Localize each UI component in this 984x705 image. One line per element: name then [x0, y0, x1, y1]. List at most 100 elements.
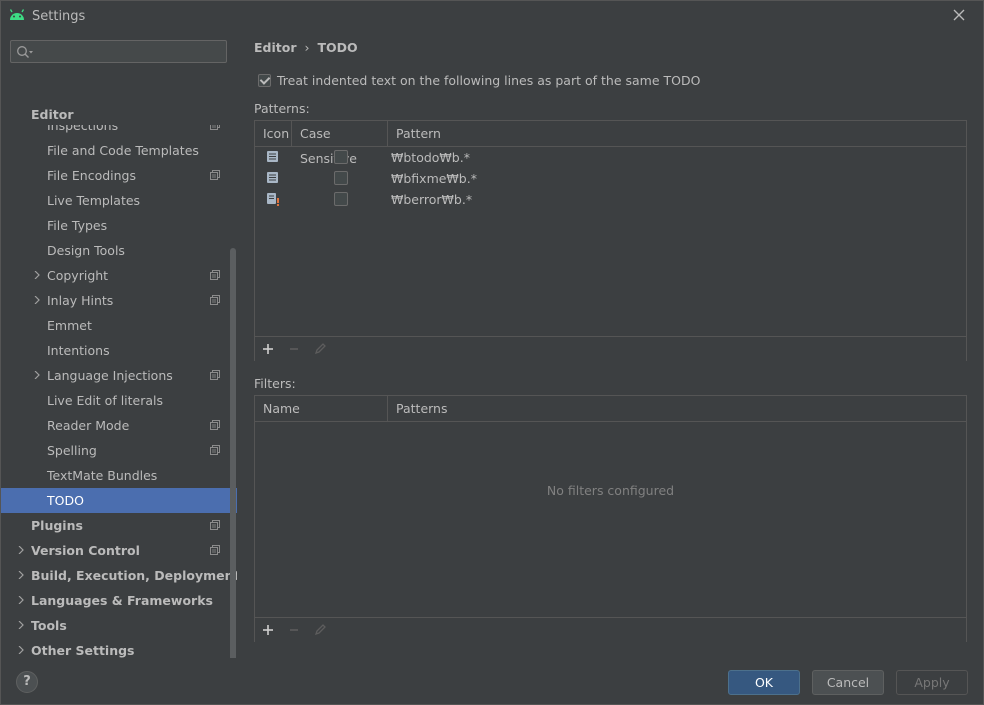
sidebar-item-label: TODO: [47, 493, 84, 508]
sidebar-item[interactable]: Languages & Frameworks: [1, 588, 237, 613]
project-scope-icon: [210, 420, 220, 430]
column-header-name[interactable]: Name: [255, 396, 388, 421]
settings-content: Editor › TODO Treat indented text on the f…: [238, 31, 983, 658]
breadcrumb: Editor › TODO: [254, 40, 358, 55]
add-icon[interactable]: [261, 623, 275, 637]
sidebar-item[interactable]: File and Code Templates: [1, 138, 237, 163]
filters-empty-text: No filters configured: [546, 483, 675, 498]
chevron-right-icon[interactable]: [33, 296, 41, 304]
indent-option-label[interactable]: Treat indented text on the following lin…: [277, 73, 700, 88]
edit-icon[interactable]: [313, 342, 327, 356]
apply-button[interactable]: Apply: [896, 670, 968, 695]
sidebar-item-label: Emmet: [47, 318, 92, 333]
column-header-case-sensitive[interactable]: Case Sensitive: [292, 121, 388, 166]
sidebar-scrollbar[interactable]: [230, 248, 236, 658]
error-todo-icon: [267, 193, 279, 206]
column-header-patterns[interactable]: Patterns: [388, 396, 588, 421]
case-sensitive-checkbox[interactable]: [334, 171, 348, 185]
case-sensitive-checkbox[interactable]: [334, 192, 348, 206]
help-button[interactable]: ?: [16, 671, 38, 693]
chevron-right-icon[interactable]: [17, 571, 25, 579]
sidebar-item-label: Design Tools: [47, 243, 125, 258]
filters-toolbar: [255, 617, 966, 642]
sidebar-item[interactable]: Plugins: [1, 513, 237, 538]
case-sensitive-checkbox[interactable]: [334, 150, 348, 164]
sidebar-item[interactable]: Tools: [1, 613, 237, 638]
chevron-right-icon[interactable]: [33, 371, 41, 379]
sidebar-item[interactable]: Inlay Hints: [1, 288, 237, 313]
sidebar-item[interactable]: Language Injections: [1, 363, 237, 388]
remove-icon[interactable]: [287, 623, 301, 637]
sidebar-item[interactable]: Design Tools: [1, 238, 237, 263]
project-scope-icon: [210, 520, 220, 530]
sidebar-item-label: Live Edit of literals: [47, 393, 164, 408]
project-scope-icon: [210, 445, 220, 455]
sidebar-item[interactable]: Copyright: [1, 263, 237, 288]
table-row[interactable]: ₩bfixme₩b.*: [255, 168, 966, 189]
search-icon: [17, 46, 33, 58]
project-scope-icon: [210, 170, 220, 180]
close-icon[interactable]: [951, 7, 967, 23]
sidebar-item-label: Build, Execution, Deployment: [31, 568, 237, 583]
sidebar-item[interactable]: File Types: [1, 213, 237, 238]
sidebar-item[interactable]: Intentions: [1, 338, 237, 363]
project-scope-icon: [210, 295, 220, 305]
sidebar-item-label: Language Injections: [47, 368, 173, 383]
filters-table: Name Patterns No filters configured: [254, 395, 967, 642]
sidebar-item[interactable]: Emmet: [1, 313, 237, 338]
window-title: Settings: [32, 9, 86, 24]
todo-icon: [267, 151, 278, 162]
indent-option-row[interactable]: Treat indented text on the following lin…: [258, 73, 700, 88]
group-header-editor[interactable]: Editor: [1, 105, 229, 125]
sidebar-item-label: Inlay Hints: [47, 293, 114, 308]
breadcrumb-current: TODO: [317, 40, 358, 55]
chevron-right-icon[interactable]: [17, 596, 25, 604]
group-header-label: Editor: [31, 107, 74, 122]
column-header-pattern[interactable]: Pattern: [388, 121, 588, 146]
sidebar-item-label: TextMate Bundles: [47, 468, 158, 483]
chevron-right-icon[interactable]: [33, 271, 41, 279]
add-icon[interactable]: [261, 342, 275, 356]
sidebar-item-label: Other Settings: [31, 643, 135, 658]
sidebar-item-label: Reader Mode: [47, 418, 130, 433]
sidebar-item[interactable]: Live Templates: [1, 188, 237, 213]
title-bar: Settings: [1, 1, 983, 31]
todo-icon: [267, 172, 278, 183]
table-row[interactable]: ₩btodo₩b.*: [255, 147, 966, 168]
breadcrumb-parent[interactable]: Editor: [254, 40, 297, 55]
sidebar-item-label: File Types: [47, 218, 108, 233]
patterns-toolbar: [255, 336, 966, 361]
sidebar-item[interactable]: Spelling: [1, 438, 237, 463]
breadcrumb-separator: ›: [304, 40, 310, 55]
sidebar-item[interactable]: Build, Execution, Deployment: [1, 563, 237, 588]
sidebar-item[interactable]: Live Edit of literals: [1, 388, 237, 413]
sidebar-item-label: File and Code Templates: [47, 143, 199, 158]
filters-table-header: Name Patterns: [255, 396, 966, 422]
sidebar-item-label: Intentions: [47, 343, 110, 358]
remove-icon[interactable]: [287, 342, 301, 356]
patterns-table: Icon Case Sensitive Pattern ₩btodo₩b.* ₩b…: [254, 120, 967, 361]
sidebar-item-label: File Encodings: [47, 168, 137, 183]
ok-button[interactable]: OK: [728, 670, 800, 695]
sidebar-item[interactable]: Reader Mode: [1, 413, 237, 438]
android-studio-icon: [9, 9, 25, 20]
sidebar-item[interactable]: Version Control: [1, 538, 237, 563]
patterns-table-header: Icon Case Sensitive Pattern: [255, 121, 966, 166]
chevron-right-icon[interactable]: [17, 646, 25, 654]
edit-icon[interactable]: [313, 623, 327, 637]
settings-search-input[interactable]: [10, 40, 227, 63]
sidebar-item-label: Tools: [31, 618, 67, 633]
sidebar-item-label: Version Control: [31, 543, 140, 558]
sidebar-item[interactable]: Other Settings: [1, 638, 237, 658]
project-scope-icon: [210, 370, 220, 380]
chevron-right-icon[interactable]: [17, 621, 25, 629]
indent-option-checkbox[interactable]: [258, 74, 271, 87]
sidebar-item[interactable]: TextMate Bundles: [1, 463, 237, 488]
project-scope-icon: [210, 270, 220, 280]
chevron-right-icon[interactable]: [17, 546, 25, 554]
sidebar-item[interactable]: TODO: [1, 488, 237, 513]
table-row[interactable]: ₩berror₩b.*: [255, 189, 966, 210]
cancel-button[interactable]: Cancel: [812, 670, 884, 695]
sidebar-item[interactable]: File Encodings: [1, 163, 237, 188]
column-header-icon[interactable]: Icon: [255, 121, 292, 146]
